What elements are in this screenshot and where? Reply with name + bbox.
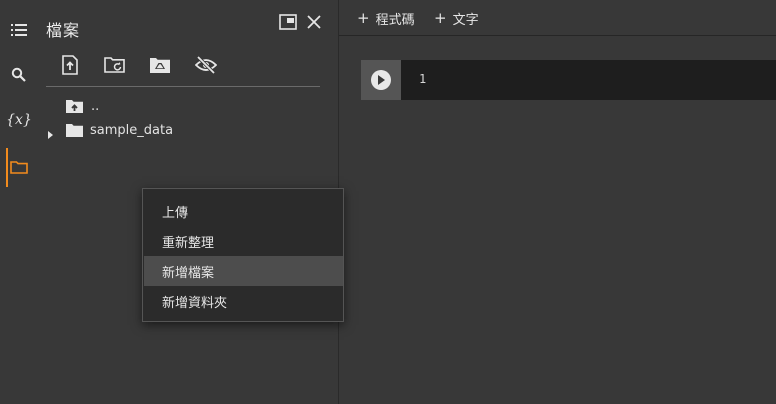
run-cell-button[interactable] (371, 70, 391, 90)
menu-item-new-folder[interactable]: 新增資料夾 (144, 286, 343, 316)
panel-title: 檔案 (46, 21, 81, 40)
add-code-cell-button[interactable]: + 程式碼 (357, 8, 415, 28)
toggle-hidden-button[interactable] (194, 55, 218, 79)
tree-item-label: sample_data (90, 122, 174, 138)
folder-refresh-icon (104, 56, 126, 78)
plus-icon: + (357, 8, 370, 27)
drive-icon (149, 56, 171, 78)
folder-icon (66, 123, 83, 137)
refresh-button[interactable] (103, 55, 127, 79)
upload-file-button[interactable] (58, 55, 82, 79)
close-icon (306, 14, 322, 34)
run-gutter (361, 60, 401, 100)
variables-button[interactable]: {x} (0, 100, 38, 140)
code-cell[interactable]: 1 (361, 60, 776, 100)
file-upload-icon (61, 55, 79, 79)
add-code-label: 程式碼 (375, 12, 415, 28)
variables-icon: {x} (6, 112, 32, 128)
context-menu: 上傳 重新整理 新增檔案 新增資料夾 (142, 188, 344, 322)
list-icon (11, 23, 27, 37)
open-in-tab-button[interactable] (277, 13, 299, 35)
expand-caret-icon[interactable] (47, 125, 55, 139)
open-in-tab-icon (279, 14, 297, 34)
folder-icon (10, 160, 28, 174)
table-of-contents-button[interactable] (0, 10, 38, 50)
menu-item-upload[interactable]: 上傳 (144, 196, 343, 226)
line-number: 1 (419, 72, 427, 86)
notebook-toolbar: + 程式碼 + 文字 (339, 0, 776, 36)
folder-up-icon (66, 99, 83, 113)
plus-icon: + (434, 8, 447, 27)
play-icon (377, 75, 385, 85)
tree-item-label: .. (91, 98, 100, 114)
panel-divider (46, 86, 320, 87)
add-text-cell-button[interactable]: + 文字 (434, 8, 479, 28)
menu-item-new-file[interactable]: 新增檔案 (144, 256, 343, 286)
activity-bar: {x} (0, 0, 38, 404)
search-icon (11, 67, 27, 83)
eye-off-icon (194, 55, 218, 78)
tree-item-sample-data[interactable]: sample_data (66, 120, 173, 140)
close-panel-button[interactable] (303, 13, 325, 35)
add-text-label: 文字 (452, 12, 479, 28)
search-button[interactable] (0, 55, 38, 95)
menu-item-refresh[interactable]: 重新整理 (144, 226, 343, 256)
tree-item-parent[interactable]: .. (66, 96, 99, 116)
files-button[interactable] (0, 147, 38, 187)
mount-drive-button[interactable] (148, 55, 172, 79)
